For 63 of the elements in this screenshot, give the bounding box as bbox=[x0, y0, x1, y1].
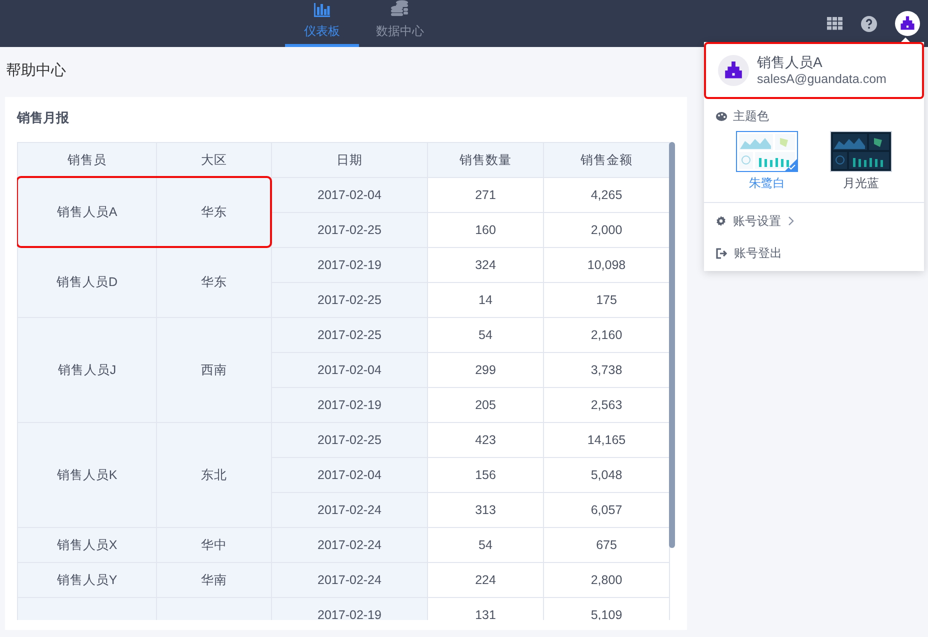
table-cell: 2017-02-19 bbox=[272, 598, 428, 620]
table-cell: 销售人员A bbox=[18, 178, 156, 248]
column-header: 大区 bbox=[156, 142, 272, 178]
column-header: 销售数量 bbox=[428, 142, 544, 178]
table-cell: 2017-02-25 bbox=[272, 212, 428, 248]
column-header: 销售员 bbox=[18, 142, 156, 178]
table-cell: 2017-02-24 bbox=[272, 492, 428, 528]
user-name: 销售人员A bbox=[757, 54, 824, 71]
table-cell: 销售人员D bbox=[18, 248, 156, 318]
table-cell: 160 bbox=[428, 212, 544, 248]
table-cell: 14 bbox=[428, 282, 544, 318]
table-cell: 西南 bbox=[156, 318, 272, 422]
table-cell: 销售人员Y bbox=[18, 562, 156, 598]
card-title: 销售月报 bbox=[17, 109, 70, 127]
table-cell: 华东 bbox=[156, 178, 272, 248]
table-cell: 华南 bbox=[156, 562, 272, 598]
table-cell: 销售人员X bbox=[18, 528, 156, 562]
avatar-icon bbox=[718, 55, 749, 86]
table-cell: 销售人员J bbox=[18, 318, 156, 422]
avatar-icon[interactable] bbox=[895, 11, 920, 36]
column-header: 销售金额 bbox=[544, 142, 670, 178]
logout-icon bbox=[716, 248, 727, 258]
help-icon[interactable] bbox=[861, 16, 877, 32]
table-cell: 2017-02-19 bbox=[272, 248, 428, 282]
table-cell: 2017-02-25 bbox=[272, 318, 428, 352]
table-cell: 313 bbox=[428, 492, 544, 528]
table-cell: 54 bbox=[428, 528, 544, 562]
menu-item[interactable]: 账号设置 bbox=[704, 205, 806, 237]
user-email: salesA@guandata.com bbox=[757, 71, 886, 87]
table-cell: 156 bbox=[428, 458, 544, 492]
menu-item[interactable]: 账号登出 bbox=[704, 237, 794, 269]
table-cell: 224 bbox=[428, 562, 544, 598]
table-cell: 2017-02-25 bbox=[272, 282, 428, 318]
scrollbar[interactable] bbox=[669, 142, 675, 548]
table-cell: 2017-02-04 bbox=[272, 458, 428, 492]
table-cell: 华东 bbox=[156, 248, 272, 318]
palette-icon bbox=[716, 112, 727, 121]
table-cell: 2,800 bbox=[544, 562, 670, 598]
chevron-right-icon bbox=[788, 216, 794, 226]
table-cell: 324 bbox=[428, 248, 544, 282]
table-cell: 299 bbox=[428, 352, 544, 388]
table-cell: 2017-02-19 bbox=[272, 388, 428, 422]
table-cell: 2017-02-04 bbox=[272, 178, 428, 212]
table-cell: 2017-02-24 bbox=[272, 562, 428, 598]
table-cell: 销售人员K bbox=[18, 422, 156, 528]
column-header: 日期 bbox=[272, 142, 428, 178]
section-label: 主题色 bbox=[733, 108, 769, 125]
bar-chart-icon bbox=[314, 3, 330, 17]
table-cell: 54 bbox=[428, 318, 544, 352]
app-grid-icon[interactable] bbox=[827, 17, 843, 30]
nav-tab[interactable]: 仪表板 bbox=[285, 0, 359, 47]
table-cell: 205 bbox=[428, 388, 544, 422]
table-cell: 华中 bbox=[156, 528, 272, 562]
table-cell: 423 bbox=[428, 422, 544, 458]
table-cell: 2017-02-25 bbox=[272, 422, 428, 458]
gear-icon bbox=[716, 216, 726, 226]
page-title: 帮助中心 bbox=[5, 61, 66, 81]
table-cell: 271 bbox=[428, 178, 544, 212]
table-cell: 2017-02-24 bbox=[272, 528, 428, 562]
database-icon bbox=[391, 0, 409, 17]
table-cell: 东北 bbox=[156, 422, 272, 528]
table-cell: 2017-02-04 bbox=[272, 352, 428, 388]
nav-tab[interactable]: 数据中心 bbox=[363, 0, 437, 47]
